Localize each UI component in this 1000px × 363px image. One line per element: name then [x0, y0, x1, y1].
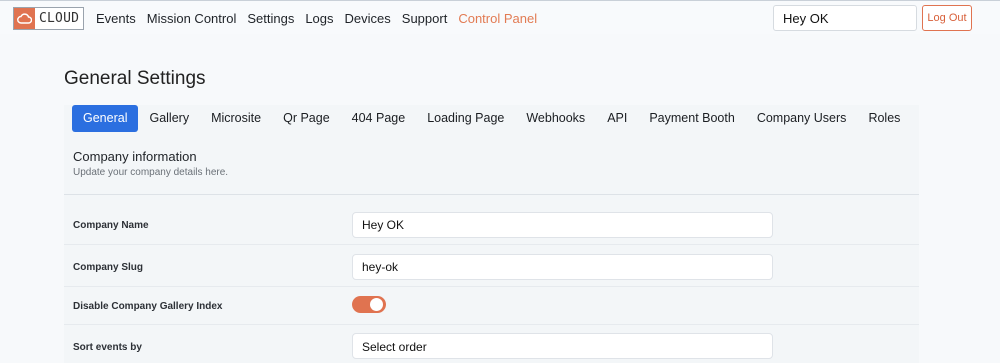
tab-company-users[interactable]: Company Users [746, 105, 858, 132]
nav-events[interactable]: Events [96, 11, 136, 26]
disable-gallery-index-toggle[interactable] [352, 296, 386, 313]
settings-tabs: General Gallery Microsite Qr Page 404 Pa… [72, 105, 911, 132]
tab-payment-booth[interactable]: Payment Booth [638, 105, 745, 132]
tab-api[interactable]: API [596, 105, 638, 132]
nav-settings[interactable]: Settings [247, 11, 294, 26]
tab-loading-page[interactable]: Loading Page [416, 105, 515, 132]
tab-webhooks[interactable]: Webhooks [515, 105, 596, 132]
company-selector-input[interactable] [773, 5, 917, 31]
section-title: Company information [73, 149, 197, 164]
row-divider [64, 244, 919, 245]
company-name-label: Company Name [73, 220, 149, 231]
tab-gallery[interactable]: Gallery [138, 105, 200, 132]
page-title: General Settings [64, 68, 206, 89]
section-subtitle: Update your company details here. [73, 167, 229, 178]
company-slug-label: Company Slug [73, 262, 144, 273]
tab-qr-page[interactable]: Qr Page [272, 105, 341, 132]
tab-general[interactable]: General [72, 105, 139, 132]
nav-mission-control[interactable]: Mission Control [147, 11, 237, 26]
nav-control-panel[interactable]: Control Panel [458, 11, 537, 26]
company-name-field[interactable] [352, 212, 773, 238]
tab-microsite[interactable]: Microsite [200, 105, 272, 132]
tab-404-page[interactable]: 404 Page [341, 105, 417, 132]
toggle-knob [370, 298, 383, 311]
settings-card: General Gallery Microsite Qr Page 404 Pa… [64, 105, 919, 363]
sort-events-label: Sort events by [73, 342, 142, 353]
logo-text: CLOUD [39, 11, 80, 26]
nav-support[interactable]: Support [402, 11, 448, 26]
disable-gallery-index-label: Disable Company Gallery Index [73, 301, 223, 312]
sort-events-select[interactable]: Select order [352, 333, 773, 359]
logout-button[interactable]: Log Out [922, 5, 972, 31]
main-nav: Events Mission Control Settings Logs Dev… [96, 11, 548, 26]
tab-roles[interactable]: Roles [857, 105, 911, 132]
section-divider [64, 194, 919, 195]
brand-logo[interactable]: CLOUD [13, 7, 84, 30]
top-navbar: CLOUD Events Mission Control Settings Lo… [0, 0, 1000, 34]
nav-devices[interactable]: Devices [345, 11, 391, 26]
company-slug-field[interactable] [352, 254, 773, 280]
cloud-icon [14, 8, 35, 29]
row-divider [64, 286, 919, 287]
nav-logs[interactable]: Logs [305, 11, 333, 26]
row-divider [64, 324, 919, 325]
